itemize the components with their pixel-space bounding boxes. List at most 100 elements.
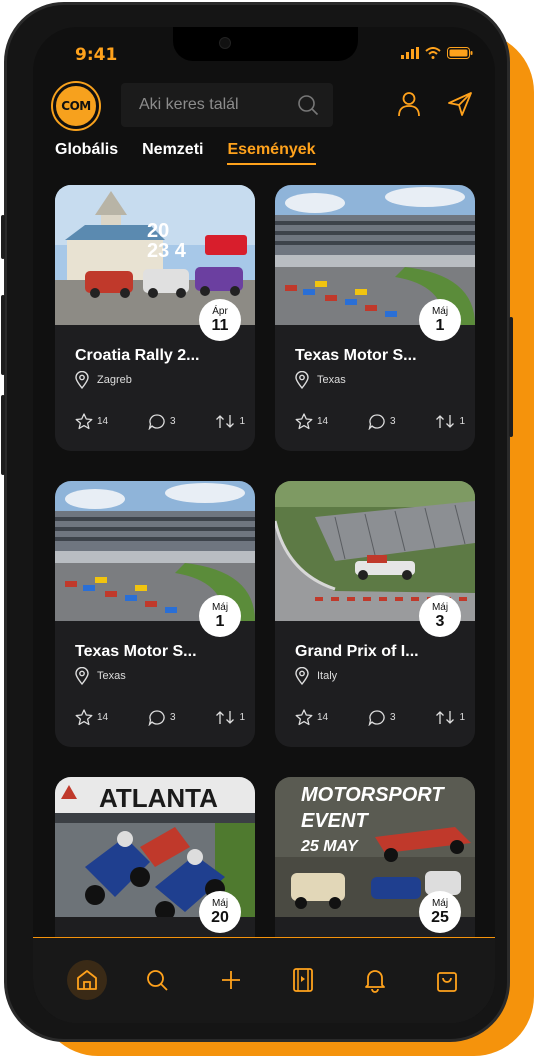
tab-events[interactable]: Események — [227, 141, 316, 165]
poster-line-1: MOTORSPORT — [301, 784, 445, 806]
event-title: Texas Motor S... — [295, 347, 417, 364]
tab-global[interactable]: Globális — [55, 141, 118, 165]
profile-icon[interactable] — [397, 91, 421, 117]
tabs: Globális Nemzeti Események — [55, 141, 316, 165]
battery-icon — [447, 47, 473, 59]
nav-home[interactable] — [67, 960, 107, 1000]
comment-stat[interactable]: 3 — [368, 709, 396, 726]
date-day: 11 — [211, 316, 229, 334]
event-location: Italy — [295, 667, 337, 685]
star-icon — [75, 413, 93, 430]
date-badge: Máj 1 — [199, 595, 241, 637]
svg-text:20: 20 — [147, 220, 169, 242]
event-title: Grand Prix of I... — [295, 643, 419, 660]
date-badge: Máj 3 — [419, 595, 461, 637]
event-card[interactable]: Máj 3 Grand Prix of I... Italy 14 3 1 — [275, 481, 475, 747]
notch — [173, 27, 358, 61]
share-count: 1 — [239, 416, 245, 427]
send-icon[interactable] — [447, 91, 473, 117]
poster-line-2: EVENT — [301, 810, 369, 832]
repost-icon — [436, 415, 455, 428]
bottom-nav — [33, 937, 495, 1023]
event-stats: 14 3 1 — [295, 709, 465, 726]
film-icon — [293, 968, 313, 992]
location-label: Texas — [97, 670, 126, 682]
event-card[interactable]: Máj 1 Texas Motor S... Texas 14 3 1 — [55, 481, 255, 747]
power-button — [509, 317, 513, 437]
share-count: 1 — [459, 416, 465, 427]
poster-line-3: 25 MAY — [300, 838, 359, 855]
share-stat[interactable]: 1 — [435, 413, 465, 430]
home-icon — [77, 970, 97, 990]
share-stat[interactable]: 1 — [435, 709, 465, 726]
nav-videos[interactable] — [283, 960, 323, 1000]
share-stat[interactable]: 1 — [215, 709, 245, 726]
like-stat[interactable]: 14 — [75, 413, 108, 430]
comment-count: 3 — [390, 416, 396, 427]
date-badge: Ápr 11 — [199, 299, 241, 341]
repost-icon — [216, 415, 235, 428]
like-stat[interactable]: 14 — [75, 709, 108, 726]
phone-frame: 9:41 COM Globális Nemzeti — [1, 2, 513, 1042]
date-month: Máj — [431, 897, 449, 909]
comment-icon — [148, 414, 165, 430]
event-location: Texas — [75, 667, 126, 685]
event-card[interactable]: 20 23 4 Ápr 11 Croatia Rally 2... Zagreb — [55, 185, 255, 451]
comment-count: 3 — [390, 712, 396, 723]
date-day: 25 — [431, 908, 449, 926]
signal-icon — [401, 47, 419, 59]
comment-stat[interactable]: 3 — [148, 709, 176, 726]
location-label: Italy — [317, 670, 338, 682]
location-label: Zagreb — [97, 374, 132, 386]
comment-stat[interactable]: 3 — [368, 413, 396, 430]
repost-icon — [216, 711, 235, 724]
search-bar[interactable] — [121, 83, 333, 127]
event-title: Croatia Rally 2... — [75, 347, 200, 364]
date-badge: Máj 1 — [419, 299, 461, 341]
comment-stat[interactable]: 3 — [148, 413, 176, 430]
search-icon — [147, 970, 168, 991]
app-logo[interactable]: COM — [53, 83, 99, 129]
star-icon — [75, 709, 93, 726]
plus-icon — [222, 971, 240, 989]
event-stats: 14 3 1 — [75, 709, 245, 726]
nav-add[interactable] — [211, 960, 251, 1000]
nav-notifications[interactable] — [355, 960, 395, 1000]
bag-icon — [437, 972, 457, 992]
star-icon — [295, 709, 313, 726]
event-stats: 14 3 1 — [295, 413, 465, 430]
svg-text:23 4: 23 4 — [147, 240, 187, 262]
nav-search[interactable] — [137, 960, 177, 1000]
date-month: Ápr — [212, 305, 228, 317]
date-month: Máj — [431, 601, 449, 613]
mute-button — [1, 215, 5, 259]
share-stat[interactable]: 1 — [215, 413, 245, 430]
date-month: Máj — [431, 305, 449, 317]
search-input[interactable] — [139, 96, 289, 114]
location-pin-icon — [75, 371, 89, 389]
location-label: Texas — [317, 374, 346, 386]
location-pin-icon — [75, 667, 89, 685]
like-stat[interactable]: 14 — [295, 413, 328, 430]
atlanta-banner: ATLANTA — [99, 783, 218, 813]
like-stat[interactable]: 14 — [295, 709, 328, 726]
share-count: 1 — [239, 712, 245, 723]
bell-icon — [365, 970, 385, 993]
search-icon[interactable] — [297, 94, 319, 116]
event-stats: 14 3 1 — [75, 413, 245, 430]
logo-text: COM — [61, 99, 91, 113]
volume-down-button — [1, 395, 5, 475]
comment-count: 3 — [170, 416, 176, 427]
star-icon — [295, 413, 313, 430]
event-card[interactable]: Máj 1 Texas Motor S... Texas 14 3 1 — [275, 185, 475, 451]
comment-count: 3 — [170, 712, 176, 723]
date-day: 3 — [435, 612, 445, 630]
date-badge: Máj 25 — [419, 891, 461, 933]
repost-icon — [436, 711, 455, 724]
comment-icon — [148, 710, 165, 726]
comment-icon — [368, 710, 385, 726]
tab-national[interactable]: Nemzeti — [142, 141, 203, 165]
comment-icon — [368, 414, 385, 430]
like-count: 14 — [317, 416, 329, 427]
nav-shop[interactable] — [427, 960, 467, 1000]
